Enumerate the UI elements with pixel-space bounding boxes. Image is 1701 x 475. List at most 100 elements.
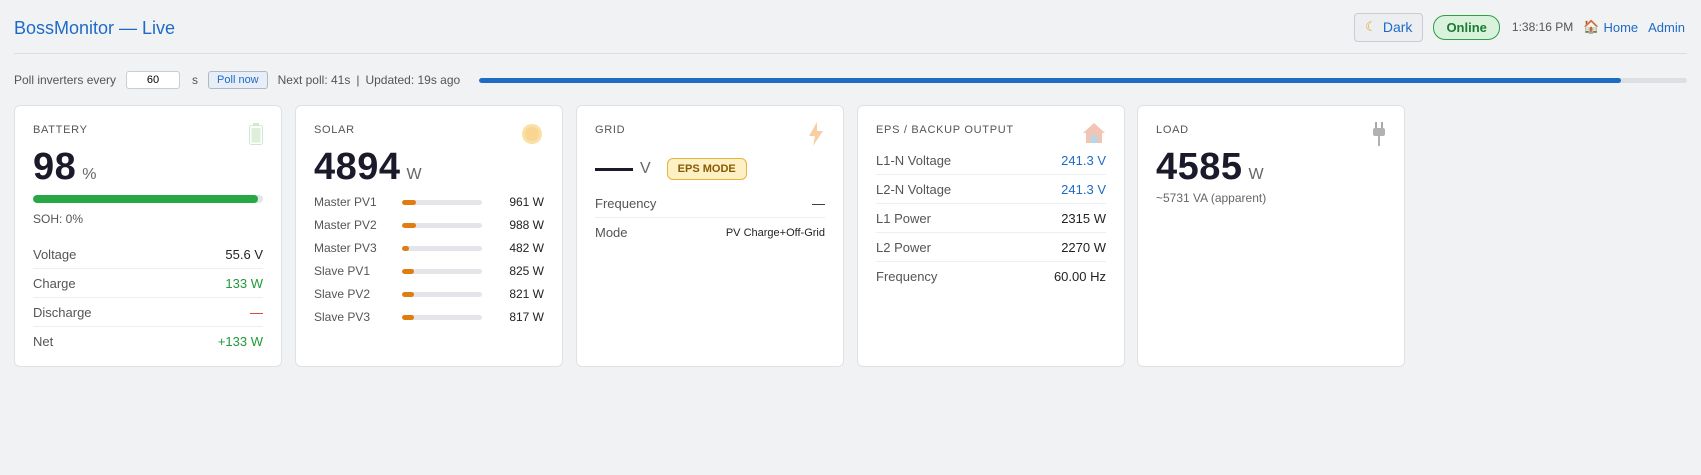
row-label: Frequency (876, 269, 938, 284)
grid-voltage-dash (595, 167, 633, 171)
pv-label: Master PV1 (314, 195, 377, 209)
pv-bar-fill (402, 222, 417, 228)
load-value: 4585 W (1156, 146, 1264, 189)
header-divider (14, 53, 1687, 54)
grid-unit: V (640, 160, 651, 177)
eps-title: EPS / BACKUP OUTPUT (876, 124, 1014, 136)
pv-row: Slave PV3 817 W (314, 306, 544, 328)
pv-row: Master PV1 961 W (314, 191, 544, 213)
pv-label: Slave PV1 (314, 264, 371, 278)
pv-label: Master PV3 (314, 241, 377, 255)
row-value: 2315 W (1061, 210, 1106, 226)
row-label: Mode (595, 225, 628, 240)
pv-label: Slave PV2 (314, 287, 371, 301)
poll-label: Poll inverters every (14, 73, 117, 87)
battery-value: 98 % (33, 146, 97, 189)
eps-row-frequency: Frequency 60.00 Hz (876, 262, 1106, 291)
eps-mode-badge: EPS MODE (666, 158, 747, 180)
pv-bar-fill (402, 291, 414, 297)
poll-bar: Poll inverters every s Poll now Next pol… (14, 70, 1687, 90)
row-label: L2-N Voltage (876, 181, 952, 197)
home-link[interactable]: 🏠 Home (1583, 19, 1638, 35)
load-unit: W (1248, 166, 1264, 183)
battery-row-discharge: Discharge — (33, 298, 263, 327)
row-label: Voltage (33, 246, 77, 262)
pv-value: 825 W (509, 264, 544, 278)
row-value: PV Charge+Off-Grid (725, 226, 825, 239)
dark-mode-button[interactable]: ☾ Dark (1354, 12, 1424, 42)
pv-label: Slave PV3 (314, 310, 371, 324)
pv-bar (402, 268, 482, 274)
pv-row: Slave PV2 821 W (314, 283, 544, 305)
battery-icon (249, 123, 263, 145)
plug-icon (1373, 122, 1385, 146)
battery-row-voltage: Voltage 55.6 V (33, 240, 263, 269)
poll-unit: s (192, 73, 199, 87)
dark-mode-label: Dark (1382, 19, 1413, 35)
pv-bar (402, 199, 482, 205)
pv-value: 988 W (509, 218, 544, 232)
grid-title: GRID (595, 124, 626, 136)
load-apparent: ~5731 VA (apparent) (1156, 191, 1267, 205)
clock: 1:38:16 PM (1511, 20, 1574, 34)
pv-bar-fill (402, 199, 417, 205)
grid-row-mode: Mode PV Charge+Off-Grid (595, 218, 825, 247)
poll-separator: | (356, 73, 360, 87)
pv-bar (402, 291, 482, 297)
admin-link[interactable]: Admin (1648, 20, 1685, 35)
solar-card: SOLAR 4894 W Master PV1 961 W Master PV2… (295, 105, 563, 367)
battery-row-charge: Charge 133 W (33, 269, 263, 298)
pv-row: Slave PV1 825 W (314, 260, 544, 282)
solar-unit: W (406, 166, 422, 183)
pv-bar (402, 245, 482, 251)
row-label: L1-N Voltage (876, 152, 952, 168)
pv-value: 821 W (509, 287, 544, 301)
house-icon (1083, 123, 1105, 143)
battery-unit: % (82, 166, 97, 183)
status-badge: Online (1433, 14, 1500, 40)
solar-value: 4894 W (314, 146, 422, 189)
row-value: — (250, 304, 263, 320)
home-icon: 🏠 (1583, 19, 1600, 34)
poll-progress-fill (479, 78, 1621, 83)
row-label: Net (33, 334, 54, 349)
eps-row-l1-power: L1 Power 2315 W (876, 204, 1106, 233)
row-label: L1 Power (876, 210, 931, 226)
row-value: 241.3 V (1061, 152, 1106, 168)
grid-voltage: V EPS MODE (595, 158, 747, 180)
row-value: 2270 W (1061, 239, 1106, 255)
row-label: Discharge (33, 304, 92, 320)
load-card: LOAD 4585 W ~5731 VA (apparent) (1137, 105, 1405, 367)
header-controls: ☾ Dark Online 1:38:16 PM 🏠 Home Admin (1354, 12, 1685, 42)
grid-row-frequency: Frequency — (595, 189, 825, 218)
pv-bar-fill (402, 268, 414, 274)
battery-card: BATTERY 98 % SOH: 0% Voltage 55.6 V Char… (14, 105, 282, 367)
poll-now-button[interactable]: Poll now (208, 71, 268, 89)
pv-bar (402, 222, 482, 228)
battery-percent: 98 (33, 146, 77, 188)
poll-interval-input[interactable] (126, 71, 181, 89)
row-value: 133 W (225, 275, 263, 291)
pv-value: 961 W (509, 195, 544, 209)
battery-row-net: Net +133 W (33, 327, 263, 356)
pv-bar-fill (402, 314, 414, 320)
battery-bar (33, 195, 263, 203)
lightning-icon (809, 122, 823, 146)
row-label: Frequency (595, 195, 657, 211)
pv-label: Master PV2 (314, 218, 377, 232)
eps-card: EPS / BACKUP OUTPUT L1-N Voltage 241.3 V… (857, 105, 1125, 367)
row-label: L2 Power (876, 239, 931, 255)
poll-progress (479, 78, 1687, 83)
battery-soh: SOH: 0% (33, 212, 84, 226)
pv-row: Master PV2 988 W (314, 214, 544, 236)
battery-bar-fill (33, 195, 259, 203)
row-value: 241.3 V (1061, 181, 1106, 197)
pv-bar (402, 314, 482, 320)
app-title: BossMonitor — Live (14, 18, 176, 38)
moon-icon: ☾ (1365, 19, 1377, 34)
next-poll: Next poll: 41s (277, 73, 351, 87)
load-watts: 4585 (1156, 146, 1243, 188)
home-link-label: Home (1603, 19, 1639, 35)
eps-row-l1-voltage: L1-N Voltage 241.3 V (876, 146, 1106, 175)
load-title: LOAD (1156, 124, 1189, 136)
